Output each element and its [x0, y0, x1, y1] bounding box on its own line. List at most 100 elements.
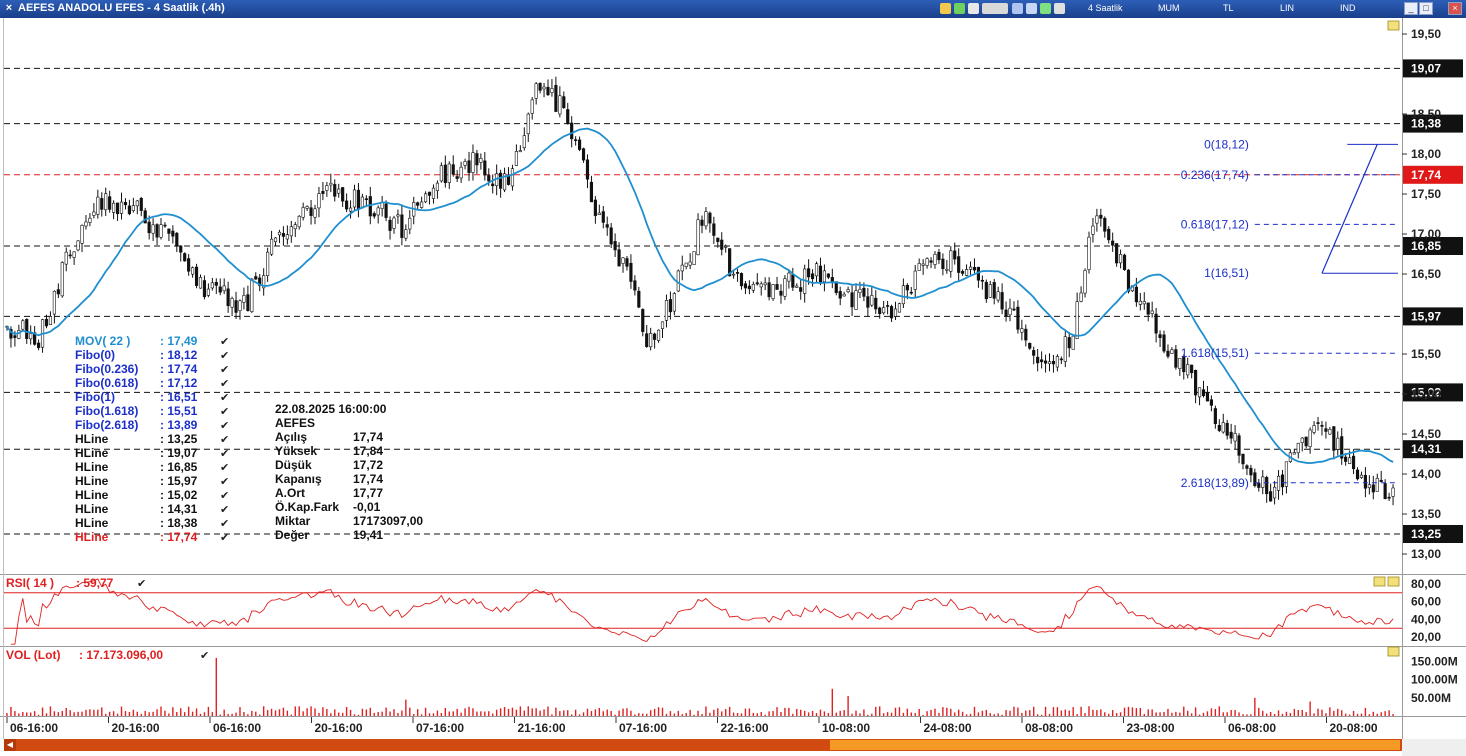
candle: [1273, 480, 1277, 505]
volume-bar: [1044, 706, 1047, 716]
candle-body: [1328, 428, 1332, 435]
panel-controls[interactable]: [1373, 20, 1400, 657]
volume-bar: [653, 708, 656, 716]
candle: [1186, 357, 1190, 379]
candle-body: [1071, 335, 1075, 350]
candle-body: [210, 282, 214, 289]
scroll-left-icon[interactable]: ◀: [4, 739, 16, 751]
candle-body: [214, 282, 218, 286]
info-label: Yüksek: [275, 444, 317, 458]
fibonacci-retracement[interactable]: 0(18,12) 0.236(17,74) 0.618(17,12) 1(16,51)…: [1181, 137, 1398, 490]
template-icon[interactable]: [982, 3, 1008, 14]
candle-body: [680, 264, 684, 272]
candle-body: [688, 261, 692, 266]
time-tick-label: 20-16:00: [315, 721, 363, 735]
candle: [1036, 348, 1040, 372]
candle-body: [783, 278, 787, 297]
candle: [447, 161, 451, 189]
candle: [854, 283, 858, 311]
indicator-selector[interactable]: IND: [1340, 3, 1356, 13]
volume-bar: [906, 708, 909, 716]
candle: [1158, 330, 1162, 348]
chart-area[interactable]: 0(18,12) 0.236(17,74) 0.618(17,12) 1(16,51)…: [0, 18, 1466, 739]
period-selector[interactable]: 4 Saatlik: [1088, 3, 1123, 13]
candle: [1178, 357, 1182, 376]
volume-bar: [831, 688, 834, 716]
candle: [1150, 301, 1154, 318]
settings-icon[interactable]: [1054, 3, 1065, 14]
candle-body: [1265, 477, 1269, 495]
volume-bar: [946, 707, 948, 716]
draw-icon[interactable]: [1040, 3, 1051, 14]
volume-bar: [709, 712, 711, 716]
candle: [281, 226, 286, 246]
legend-value: : 17,12: [160, 376, 198, 390]
link-icon[interactable]: [1012, 3, 1023, 14]
candle-body: [325, 185, 329, 191]
horizontal-scrollbar[interactable]: ◀: [4, 739, 1402, 751]
volume-bar: [172, 707, 174, 716]
panel-control-icon[interactable]: [1387, 576, 1400, 587]
time-tick-label: 07-16:00: [619, 721, 667, 735]
close-button[interactable]: ×: [1448, 2, 1462, 15]
candle-body: [269, 238, 274, 255]
volume-bar: [480, 711, 482, 716]
candle-body: [123, 202, 128, 206]
check-icon: ✔: [220, 420, 229, 432]
volume-tick-label: 100.00M: [1411, 673, 1458, 687]
copy-icon[interactable]: [1026, 3, 1037, 14]
minimize-button[interactable]: _: [1404, 2, 1418, 15]
stock-icon[interactable]: [954, 3, 965, 14]
candle: [886, 300, 890, 315]
close-icon[interactable]: ×: [3, 2, 15, 14]
legend-value: : 16,51: [160, 390, 198, 404]
candle-body: [25, 318, 29, 339]
volume-bar: [693, 714, 695, 716]
volume-bar: [638, 713, 640, 716]
candle-body: [972, 267, 977, 271]
candle: [972, 258, 977, 274]
candle: [408, 210, 412, 235]
candle: [250, 278, 254, 314]
candle-body: [1095, 215, 1099, 224]
horizontal-lines[interactable]: [4, 67, 1402, 535]
candle: [337, 183, 341, 198]
candle: [277, 229, 282, 244]
candle: [625, 255, 629, 271]
candle-body: [147, 221, 151, 234]
volume-bar: [646, 713, 648, 716]
candle-body: [807, 268, 811, 278]
candle: [1340, 428, 1344, 465]
panel-control-icon[interactable]: [1373, 576, 1386, 587]
candle-body: [1008, 307, 1012, 316]
candle: [996, 286, 1000, 303]
panel-control-icon[interactable]: [1387, 646, 1400, 657]
candle: [119, 192, 124, 220]
candle-body: [206, 288, 210, 296]
maximize-button[interactable]: □: [1419, 2, 1433, 15]
candle-body: [345, 200, 349, 210]
candle: [1091, 217, 1095, 243]
volume-bar: [330, 713, 332, 716]
volume-bar: [511, 707, 514, 716]
volume-bar: [736, 712, 739, 716]
volume-bar: [811, 710, 814, 716]
volume-bar: [1052, 707, 1055, 716]
candle-body: [759, 283, 763, 288]
volume-bar: [61, 711, 63, 716]
scale-selector[interactable]: LIN: [1280, 3, 1294, 13]
candle-body: [1336, 437, 1340, 450]
volume-bar: [539, 710, 541, 716]
panel-control-icon[interactable]: [1387, 20, 1400, 31]
refresh-icon[interactable]: [968, 3, 979, 14]
volume-bar: [1084, 713, 1086, 716]
chart-type-selector[interactable]: MUM: [1158, 3, 1180, 13]
chart-icon[interactable]: [940, 3, 951, 14]
candle: [1225, 419, 1229, 440]
candle-body: [1166, 350, 1170, 357]
scrollbar-thumb[interactable]: [830, 740, 1400, 750]
currency-selector[interactable]: TL: [1223, 3, 1234, 13]
candle-body: [1241, 453, 1245, 465]
candle-body: [641, 309, 645, 332]
volume-bar: [559, 711, 561, 716]
